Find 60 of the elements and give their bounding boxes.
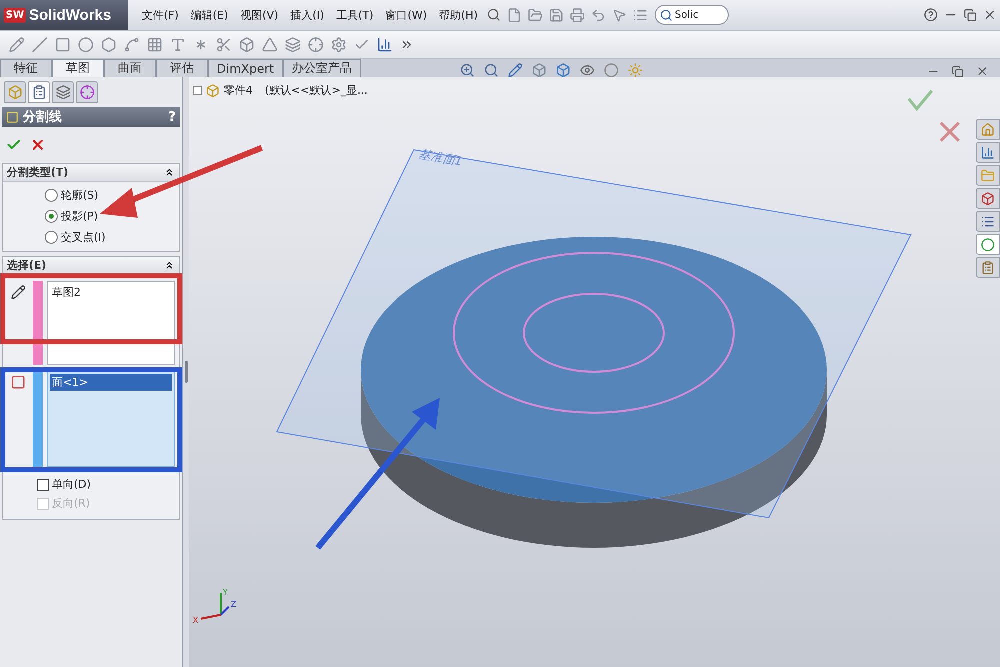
search-icon — [660, 8, 674, 22]
expand-icon[interactable] — [193, 86, 202, 95]
folder-icon[interactable] — [976, 165, 1000, 186]
cancel-icon[interactable] — [30, 137, 46, 153]
radio-option[interactable]: 交叉点(I) — [3, 227, 179, 248]
radio-button[interactable] — [45, 231, 58, 244]
menu-item[interactable]: 视图(V) — [234, 8, 285, 22]
feature-icon — [6, 110, 19, 124]
tab[interactable]: 办公室产品 — [283, 59, 362, 77]
tab[interactable]: 评估 — [156, 59, 208, 77]
logo-badge: SW — [4, 8, 26, 22]
collapse-icon[interactable] — [164, 260, 175, 271]
tab[interactable]: 草图 — [52, 59, 104, 77]
collapse-icon[interactable] — [164, 167, 175, 178]
menu-item[interactable]: 窗口(W) — [380, 8, 434, 22]
splitter-handle[interactable] — [184, 361, 188, 383]
panel-tab[interactable] — [28, 81, 50, 103]
tab[interactable]: 特征 — [0, 59, 52, 77]
check-icon[interactable] — [908, 90, 934, 112]
part-icon — [206, 84, 220, 98]
radio-option[interactable]: 投影(P) — [3, 206, 179, 227]
group-title: 选择(E) — [7, 258, 47, 273]
menu-item[interactable]: 工具(T) — [330, 8, 380, 22]
part-name[interactable]: 零件4 — [224, 83, 253, 98]
axis-triad-drawing: Y X Z — [193, 585, 241, 629]
selection-list[interactable]: 面<1> — [47, 371, 175, 467]
app-name: SolidWorks — [29, 6, 112, 24]
menu-item[interactable]: 文件(F) — [136, 8, 185, 22]
menu-item[interactable]: 编辑(E) — [184, 8, 234, 22]
cube-icon[interactable] — [976, 188, 1000, 209]
tab[interactable]: DimXpert — [208, 59, 284, 77]
clipboard-icon[interactable] — [976, 257, 1000, 278]
list-item[interactable]: 草图2 — [50, 284, 172, 301]
pencil-icon — [10, 285, 26, 300]
home-icon[interactable] — [976, 119, 1000, 140]
property-icon — [32, 84, 46, 100]
bar-chart-icon[interactable] — [976, 142, 1000, 163]
face-icon — [10, 375, 26, 390]
configuration-name: (默认<<默认>_显... — [265, 83, 368, 98]
search-field[interactable]: Solic — [655, 5, 730, 25]
checkbox[interactable] — [37, 478, 49, 490]
group-title: 分割类型(T) — [7, 165, 69, 180]
cross-icon[interactable] — [940, 122, 960, 142]
list-item[interactable]: 面<1> — [50, 374, 172, 391]
crosshair-icon — [80, 84, 94, 100]
help-button[interactable]: ? — [168, 110, 176, 124]
selection-list[interactable]: 草图2 — [47, 281, 175, 365]
tab[interactable]: 曲面 — [104, 59, 156, 77]
panel-tab[interactable] — [76, 81, 98, 103]
list-icon[interactable] — [976, 211, 1000, 232]
radio-button[interactable] — [45, 189, 58, 202]
checkbox-option[interactable]: 单向(D) — [3, 475, 179, 494]
radio-button[interactable] — [45, 210, 58, 223]
plane-label: 基准面1 — [418, 146, 464, 171]
radio-option[interactable]: 轮廓(S) — [3, 185, 179, 206]
feature-title: 分割线 — [23, 108, 63, 126]
menu-item[interactable]: 插入(I) — [284, 8, 330, 22]
part-icon — [8, 84, 22, 100]
panel-tab[interactable] — [52, 81, 74, 103]
menu-item[interactable]: 帮助(H) — [433, 8, 484, 22]
